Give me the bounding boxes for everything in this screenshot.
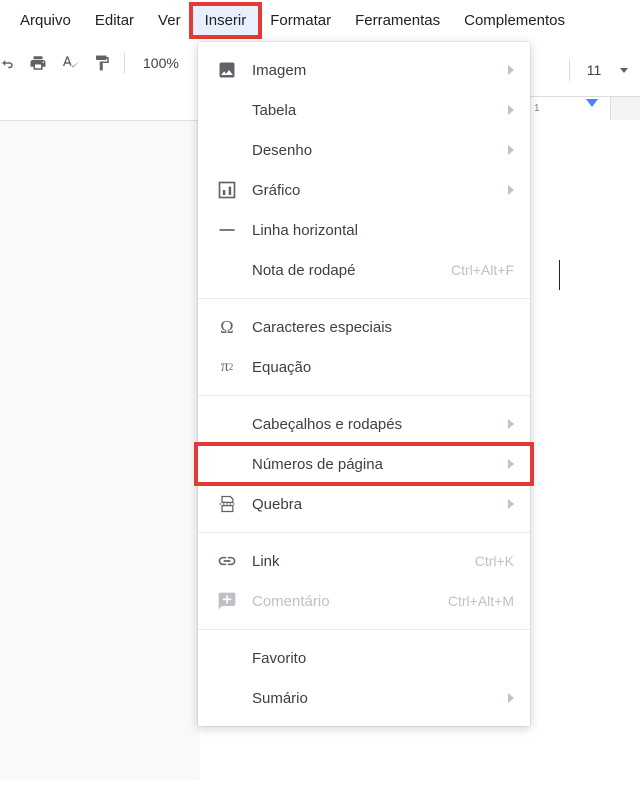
menu-item-tabela[interactable]: Tabela bbox=[198, 90, 530, 130]
submenu-arrow-icon bbox=[508, 693, 514, 703]
zoom-select[interactable]: 100% bbox=[133, 55, 185, 71]
menu-formatar[interactable]: Formatar bbox=[258, 6, 343, 35]
blank-icon bbox=[216, 647, 238, 669]
menu-item-numeros-pagina[interactable]: Números de página bbox=[198, 444, 530, 484]
toolbar-divider bbox=[569, 59, 570, 81]
chart-icon bbox=[216, 179, 238, 201]
menu-shortcut: Ctrl+K bbox=[475, 553, 514, 569]
menu-label: Sumário bbox=[252, 690, 508, 707]
menu-item-comentario: Comentário Ctrl+Alt+M bbox=[198, 581, 530, 621]
page-break-icon bbox=[216, 493, 238, 515]
menu-complementos[interactable]: Complementos bbox=[452, 6, 577, 35]
spellcheck-icon[interactable] bbox=[56, 49, 84, 77]
text-cursor bbox=[559, 260, 561, 290]
menu-label: Números de página bbox=[252, 456, 508, 473]
ruler: 1 bbox=[530, 96, 640, 120]
font-size-box: 11 bbox=[565, 58, 628, 82]
submenu-arrow-icon bbox=[508, 185, 514, 195]
blank-icon bbox=[216, 139, 238, 161]
menu-label: Imagem bbox=[252, 62, 508, 79]
menu-label: Gráfico bbox=[252, 182, 508, 199]
menu-label: Tabela bbox=[252, 102, 508, 119]
menu-item-equacao[interactable]: π2 Equação bbox=[198, 347, 530, 387]
submenu-arrow-icon bbox=[508, 419, 514, 429]
insert-dropdown: Imagem Tabela Desenho Gráfico Linha hori… bbox=[198, 42, 530, 726]
link-icon bbox=[216, 550, 238, 572]
menu-separator bbox=[198, 532, 530, 533]
menu-label: Cabeçalhos e rodapés bbox=[252, 416, 508, 433]
menu-item-quebra[interactable]: Quebra bbox=[198, 484, 530, 524]
menu-separator bbox=[198, 298, 530, 299]
menu-arquivo[interactable]: Arquivo bbox=[8, 6, 83, 35]
menu-label: Link bbox=[252, 553, 475, 570]
menu-shortcut: Ctrl+Alt+M bbox=[448, 593, 514, 609]
menu-label: Equação bbox=[252, 359, 514, 376]
menu-editar[interactable]: Editar bbox=[83, 6, 146, 35]
blank-icon bbox=[216, 413, 238, 435]
menu-item-linha-horizontal[interactable]: Linha horizontal bbox=[198, 210, 530, 250]
menu-item-grafico[interactable]: Gráfico bbox=[198, 170, 530, 210]
print-icon[interactable] bbox=[24, 49, 52, 77]
submenu-arrow-icon bbox=[508, 459, 514, 469]
menu-ver[interactable]: Ver bbox=[146, 6, 193, 35]
menu-inserir-label: Inserir bbox=[205, 12, 247, 29]
image-icon bbox=[216, 59, 238, 81]
submenu-arrow-icon bbox=[508, 499, 514, 509]
menu-item-nota-rodape[interactable]: Nota de rodapé Ctrl+Alt+F bbox=[198, 250, 530, 290]
horizontal-rule-icon bbox=[216, 219, 238, 241]
omega-icon: Ω bbox=[216, 316, 238, 338]
submenu-arrow-icon bbox=[508, 145, 514, 155]
indent-marker-icon[interactable] bbox=[586, 99, 598, 107]
ruler-tick: 1 bbox=[534, 103, 540, 114]
menu-label: Favorito bbox=[252, 650, 514, 667]
toolbar-divider bbox=[124, 52, 125, 74]
blank-icon bbox=[216, 259, 238, 281]
menu-label: Linha horizontal bbox=[252, 222, 514, 239]
menu-label: Caracteres especiais bbox=[252, 319, 514, 336]
menu-label: Desenho bbox=[252, 142, 508, 159]
menu-ferramentas[interactable]: Ferramentas bbox=[343, 6, 452, 35]
menu-item-imagem[interactable]: Imagem bbox=[198, 50, 530, 90]
pi-icon: π2 bbox=[216, 356, 238, 378]
blank-icon bbox=[216, 687, 238, 709]
blank-icon bbox=[216, 99, 238, 121]
menu-inserir[interactable]: Inserir bbox=[193, 6, 259, 35]
submenu-arrow-icon bbox=[508, 65, 514, 75]
menu-separator bbox=[198, 395, 530, 396]
menu-item-sumario[interactable]: Sumário bbox=[198, 678, 530, 718]
blank-icon bbox=[216, 453, 238, 475]
menu-item-desenho[interactable]: Desenho bbox=[198, 130, 530, 170]
document-background bbox=[0, 120, 200, 780]
font-size-input[interactable]: 11 bbox=[576, 58, 612, 82]
menu-item-link[interactable]: Link Ctrl+K bbox=[198, 541, 530, 581]
comment-icon bbox=[216, 590, 238, 612]
menu-item-cabecalhos-rodapes[interactable]: Cabeçalhos e rodapés bbox=[198, 404, 530, 444]
menubar: Arquivo Editar Ver Inserir Formatar Ferr… bbox=[0, 0, 640, 41]
menu-item-caracteres-especiais[interactable]: Ω Caracteres especiais bbox=[198, 307, 530, 347]
menu-label: Quebra bbox=[252, 496, 508, 513]
redo-icon[interactable] bbox=[0, 49, 20, 77]
ruler-margin bbox=[610, 97, 640, 120]
menu-label: Nota de rodapé bbox=[252, 262, 451, 279]
chevron-down-icon[interactable] bbox=[620, 68, 628, 73]
paint-format-icon[interactable] bbox=[88, 49, 116, 77]
menu-label: Comentário bbox=[252, 593, 448, 610]
menu-item-favorito[interactable]: Favorito bbox=[198, 638, 530, 678]
menu-shortcut: Ctrl+Alt+F bbox=[451, 262, 514, 278]
submenu-arrow-icon bbox=[508, 105, 514, 115]
menu-separator bbox=[198, 629, 530, 630]
